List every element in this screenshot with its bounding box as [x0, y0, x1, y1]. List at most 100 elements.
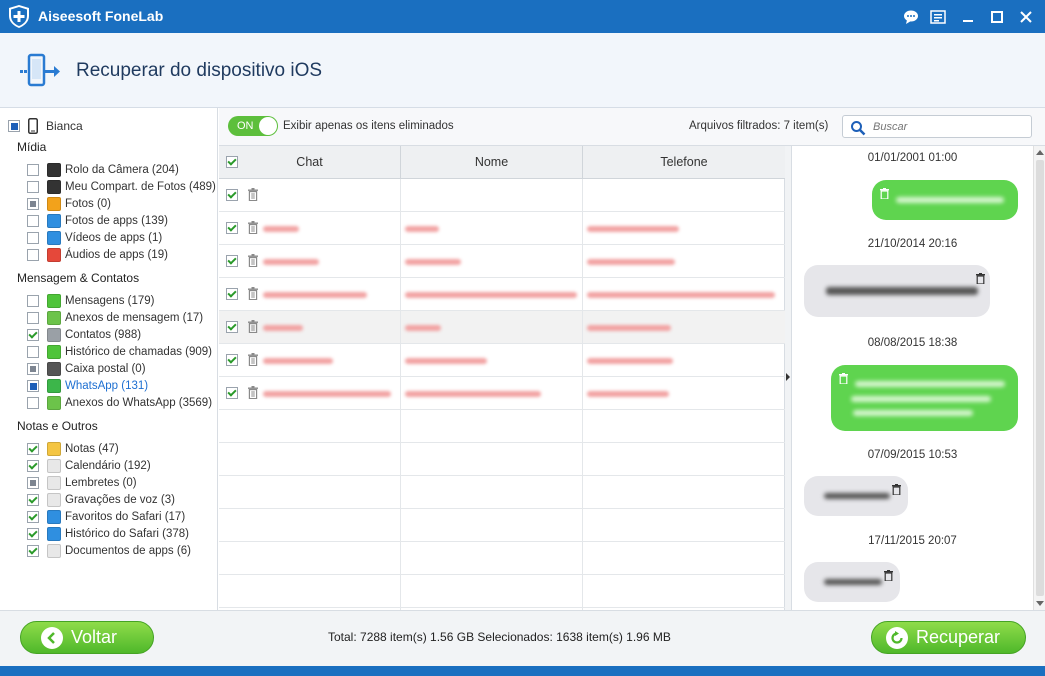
- table-row: [219, 575, 785, 608]
- sidebar-item-checkbox[interactable]: [27, 545, 39, 557]
- deleted-only-toggle[interactable]: ON: [228, 116, 278, 136]
- sidebar-item-checkbox[interactable]: [27, 363, 39, 375]
- sidebar-item[interactable]: Documentos de apps (6): [27, 543, 191, 559]
- sidebar-item-label: Calendário (192): [65, 460, 151, 472]
- row-checkbox[interactable]: [226, 255, 238, 267]
- column-header-chat[interactable]: Chat: [219, 146, 401, 179]
- message-bubble-incoming[interactable]: [804, 476, 908, 516]
- sidebar-item-checkbox[interactable]: [27, 312, 39, 324]
- sidebar-item[interactable]: Favoritos do Safari (17): [27, 509, 185, 525]
- sidebar-item[interactable]: Histórico de chamadas (909): [27, 344, 212, 360]
- reminders-icon: [47, 476, 61, 490]
- sidebar-item[interactable]: Lembretes (0): [27, 475, 137, 491]
- sidebar-item[interactable]: Notas (47): [27, 441, 119, 457]
- sidebar-item-checkbox[interactable]: [27, 477, 39, 489]
- message-bubble-incoming[interactable]: [804, 265, 990, 317]
- sidebar-item[interactable]: Fotos (0): [27, 196, 111, 212]
- sidebar-item[interactable]: Anexos de mensagem (17): [27, 310, 203, 326]
- sidebar-item[interactable]: Contatos (988): [27, 327, 141, 343]
- search-input[interactable]: [873, 119, 1023, 135]
- select-all-checkbox[interactable]: [226, 156, 238, 168]
- expand-arrow-icon[interactable]: [786, 373, 790, 381]
- sidebar-item[interactable]: Áudios de apps (19): [27, 247, 168, 263]
- page-header: Recuperar do dispositivo iOS: [0, 33, 1045, 108]
- sidebar-item-checkbox[interactable]: [27, 329, 39, 341]
- sidebar-item[interactable]: Caixa postal (0): [27, 361, 146, 377]
- sidebar-item-label: WhatsApp (131): [65, 380, 149, 392]
- scroll-up-icon[interactable]: [1036, 150, 1044, 155]
- scroll-thumb[interactable]: [1036, 160, 1044, 596]
- sidebar-item-checkbox[interactable]: [27, 346, 39, 358]
- device-row[interactable]: Bianca: [8, 118, 83, 134]
- message-bubble-outgoing[interactable]: [831, 365, 1018, 431]
- message-bubble-outgoing[interactable]: [872, 180, 1018, 220]
- sidebar-item-checkbox[interactable]: [27, 249, 39, 261]
- table-row[interactable]: [219, 344, 785, 377]
- sidebar-item[interactable]: Gravações de voz (3): [27, 492, 175, 508]
- blurred-chat-value: [263, 226, 299, 232]
- search-box[interactable]: [842, 115, 1032, 138]
- table-row[interactable]: [219, 245, 785, 278]
- sidebar-item[interactable]: Fotos de apps (139): [27, 213, 168, 229]
- blurred-text: [826, 287, 978, 295]
- category-sidebar: Bianca Mídia Rolo da Câmera (204) Meu Comp…: [0, 108, 218, 610]
- table-row[interactable]: [219, 311, 785, 344]
- chat-icon[interactable]: [901, 7, 921, 27]
- column-header-phone[interactable]: Telefone: [583, 146, 785, 179]
- whatsapp-icon: [47, 379, 61, 393]
- sidebar-item-checkbox[interactable]: [27, 198, 39, 210]
- table-row[interactable]: [219, 179, 785, 212]
- sidebar-item-checkbox[interactable]: [27, 295, 39, 307]
- minimize-icon[interactable]: [958, 7, 978, 27]
- blurred-text: [824, 493, 890, 499]
- sidebar-item[interactable]: Histórico do Safari (378): [27, 526, 189, 542]
- close-icon[interactable]: [1016, 7, 1036, 27]
- sidebar-item-checkbox[interactable]: [27, 528, 39, 540]
- scroll-down-icon[interactable]: [1036, 601, 1044, 606]
- sidebar-item-label: Contatos (988): [65, 329, 142, 341]
- chat-scrollbar[interactable]: [1033, 146, 1045, 610]
- row-checkbox[interactable]: [226, 189, 238, 201]
- sidebar-item[interactable]: Rolo da Câmera (204): [27, 162, 179, 178]
- deleted-trash-icon: [976, 273, 985, 284]
- table-row[interactable]: [219, 212, 785, 245]
- back-button[interactable]: Voltar: [20, 621, 154, 654]
- sidebar-item-label: Gravações de voz (3): [65, 494, 175, 506]
- maximize-icon[interactable]: [987, 7, 1007, 27]
- sidebar-item-checkbox[interactable]: [27, 164, 39, 176]
- sidebar-item[interactable]: Mensagens (179): [27, 293, 155, 309]
- chat-preview: 01/01/2001 01:00 21/10/2014 20:16 08/08/…: [792, 146, 1033, 610]
- sidebar-item[interactable]: Vídeos de apps (1): [27, 230, 162, 246]
- menu-icon[interactable]: [928, 7, 948, 27]
- sidebar-item-checkbox[interactable]: [27, 397, 39, 409]
- back-arrow-icon: [41, 626, 63, 649]
- row-checkbox[interactable]: [226, 354, 238, 366]
- row-checkbox[interactable]: [226, 387, 238, 399]
- sidebar-item-checkbox[interactable]: [27, 443, 39, 455]
- row-checkbox[interactable]: [226, 222, 238, 234]
- sidebar-item-checkbox[interactable]: [27, 511, 39, 523]
- sidebar-item-checkbox[interactable]: [27, 232, 39, 244]
- sidebar-item-label: Meu Compart. de Fotos (489): [65, 181, 216, 193]
- sidebar-item-checkbox[interactable]: [27, 460, 39, 472]
- column-header-name[interactable]: Nome: [401, 146, 583, 179]
- device-checkbox[interactable]: [8, 120, 20, 132]
- sidebar-item[interactable]: Anexos do WhatsApp (3569): [27, 395, 212, 411]
- document-icon: [47, 544, 61, 558]
- blurred-chat-value: [263, 391, 391, 397]
- table-row[interactable]: [219, 377, 785, 410]
- sidebar-item[interactable]: Meu Compart. de Fotos (489): [27, 179, 216, 195]
- sidebar-item-checkbox[interactable]: [27, 181, 39, 193]
- sidebar-item[interactable]: Calendário (192): [27, 458, 151, 474]
- recover-button[interactable]: Recuperar: [871, 621, 1026, 654]
- sidebar-item-checkbox[interactable]: [27, 380, 39, 392]
- message-bubble-incoming[interactable]: [804, 562, 900, 602]
- sidebar-item-checkbox[interactable]: [27, 215, 39, 227]
- search-icon[interactable]: [850, 120, 866, 136]
- sidebar-item-checkbox[interactable]: [27, 494, 39, 506]
- row-checkbox[interactable]: [226, 288, 238, 300]
- row-checkbox[interactable]: [226, 321, 238, 333]
- table-row[interactable]: [219, 278, 785, 311]
- sidebar-item[interactable]: WhatsApp (131): [27, 378, 148, 394]
- pane-splitter[interactable]: [785, 146, 792, 610]
